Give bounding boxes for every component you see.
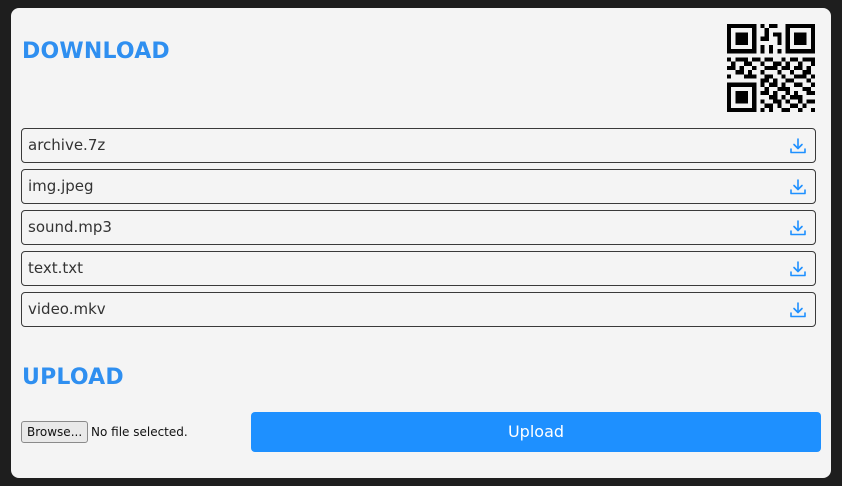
download-icon[interactable] <box>789 260 807 278</box>
file-name: archive.7z <box>28 136 106 154</box>
file-row-video[interactable]: video.mkv <box>21 292 816 327</box>
file-name: video.mkv <box>28 300 106 318</box>
download-icon[interactable] <box>789 301 807 319</box>
file-name: img.jpeg <box>28 177 94 195</box>
file-status-text: No file selected. <box>91 425 188 439</box>
file-row-sound[interactable]: sound.mp3 <box>21 210 816 245</box>
download-icon[interactable] <box>789 219 807 237</box>
file-row-text[interactable]: text.txt <box>21 251 816 286</box>
download-icon[interactable] <box>789 178 807 196</box>
download-icon[interactable] <box>789 137 807 155</box>
browse-button[interactable]: Browse... <box>21 421 89 443</box>
main-card: DOWNLOAD archive.7z img.jpeg sound.mp3 t… <box>11 8 831 478</box>
file-row-archive[interactable]: archive.7z <box>21 128 816 163</box>
file-name: sound.mp3 <box>28 218 112 236</box>
download-file-list: archive.7z img.jpeg sound.mp3 text.txt v… <box>21 128 816 333</box>
upload-title: UPLOAD <box>22 365 124 390</box>
file-row-img[interactable]: img.jpeg <box>21 169 816 204</box>
file-name: text.txt <box>28 259 84 277</box>
upload-form: Browse... No file selected. Upload <box>21 411 821 453</box>
qr-code-icon <box>727 24 815 112</box>
download-title: DOWNLOAD <box>22 39 170 64</box>
upload-button[interactable]: Upload <box>251 412 821 452</box>
